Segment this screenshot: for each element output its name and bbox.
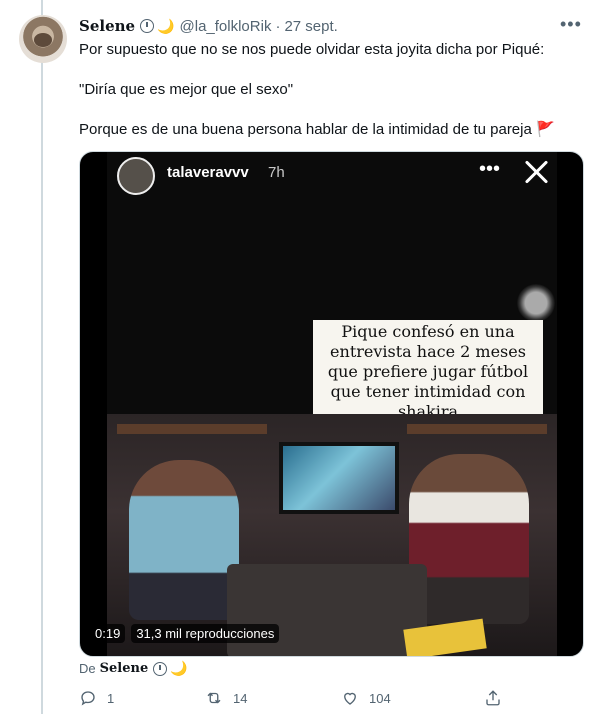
moon-icon: 🌙 [170, 660, 188, 676]
light-glow [517, 284, 555, 322]
reply-button[interactable]: 1 [79, 686, 114, 710]
story-frame: talaveravvv 7h ••• Pique confesó en una … [107, 152, 557, 656]
separator: · [275, 17, 281, 35]
retweet-button[interactable]: 14 [205, 686, 247, 710]
more-icon[interactable]: ••• [560, 14, 582, 35]
tweet-text-line-content: Porque es de una buena persona hablar de… [79, 121, 532, 138]
clock-icon [140, 19, 155, 33]
video-caption: Pique confesó en una entrevista hace 2 m… [313, 320, 543, 424]
tweet-text-line: Por supuesto que no se nos puede olvidar… [79, 41, 545, 58]
like-button[interactable]: 104 [341, 686, 391, 710]
monitor [279, 442, 399, 514]
retweet-count: 14 [233, 690, 248, 706]
author-name[interactable]: Selene [79, 17, 135, 35]
reply-count: 1 [107, 690, 115, 706]
story-time: 7h [268, 164, 285, 181]
story-username: talaveravvv [167, 164, 249, 181]
retweet-icon [207, 692, 221, 704]
person-right [409, 454, 529, 624]
attribution-prefix: De [79, 661, 96, 676]
thread-line [41, 0, 43, 714]
attribution-name[interactable]: Selene [100, 661, 149, 676]
tweet-text-line: "Diría que es mejor que el sexo" [79, 81, 294, 98]
avatar[interactable] [19, 15, 67, 63]
reply-icon [81, 691, 95, 706]
person-left [129, 460, 239, 620]
action-bar: 1 14 104 [79, 686, 502, 710]
clock-icon [153, 661, 168, 676]
tweet-date[interactable]: 27 sept. [284, 18, 337, 35]
table [227, 564, 427, 656]
like-count: 104 [369, 690, 391, 706]
video-player[interactable]: talaveravvv 7h ••• Pique confesó en una … [79, 151, 584, 657]
shelf [407, 424, 547, 434]
author-handle[interactable]: @la_folkloRik [180, 18, 272, 35]
close-icon [521, 157, 551, 187]
moon-icon: 🌙 [157, 17, 175, 34]
story-more-icon: ••• [479, 158, 501, 180]
share-button[interactable] [484, 686, 502, 710]
flag-icon: 🚩 [536, 121, 555, 138]
video-views: 31,3 mil reproducciones [131, 624, 280, 643]
share-icon [486, 690, 500, 706]
shelf [117, 424, 267, 434]
video-info: 0:19 31,3 mil reproducciones [90, 624, 280, 643]
tweet-header: Selene 🌙 @la_folkloRik · 27 sept. [79, 15, 338, 37]
video-time: 0:19 [90, 624, 126, 643]
like-icon [344, 692, 356, 705]
story-avatar [117, 157, 155, 195]
story-header: talaveravvv 7h ••• [107, 152, 557, 202]
video-scene [107, 414, 557, 656]
attribution: De Selene 🌙 [79, 660, 188, 677]
tweet-text-line: Porque es de una buena persona hablar de… [79, 120, 555, 140]
